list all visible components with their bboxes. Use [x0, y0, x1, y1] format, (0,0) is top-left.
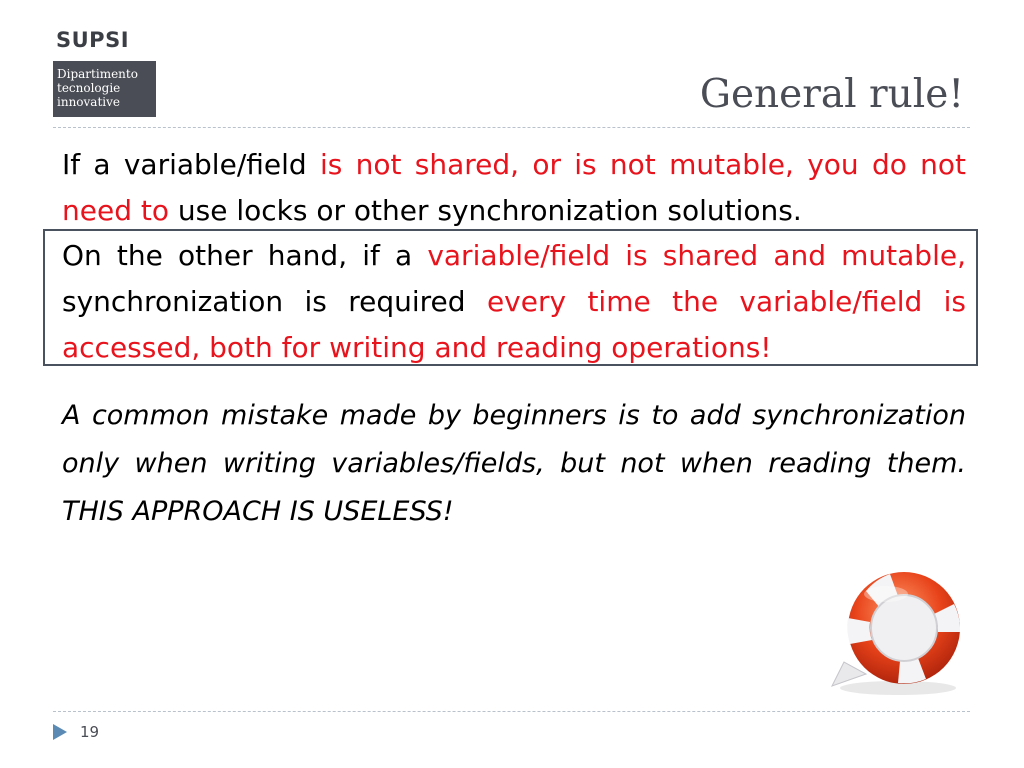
- paragraph1-text: If a variable/field: [62, 148, 320, 181]
- lifebuoy-icon: [830, 572, 961, 695]
- triangle-right-icon: [53, 724, 67, 740]
- paragraph1-text-end: use locks or other synchronization solut…: [168, 194, 802, 227]
- footer-divider: [53, 711, 970, 712]
- paragraph2-text-mid: synchronization is required: [62, 285, 487, 318]
- paragraph-not-shared: If a variable/field is not shared, or is…: [62, 142, 966, 234]
- department-logo: Dipartimento tecnologie innovative: [53, 61, 156, 117]
- paragraph-shared-mutable: On the other hand, if a variable/field i…: [62, 233, 966, 371]
- supsi-logo-text: SUPSI: [56, 28, 130, 52]
- paragraph2-text: On the other hand, if a: [62, 239, 428, 272]
- department-line-2: tecnologie: [57, 81, 121, 95]
- slide-title: General rule!: [699, 72, 964, 117]
- department-line-3: innovative: [57, 95, 120, 109]
- paragraph2-highlight: variable/field is shared and mutable,: [427, 239, 966, 272]
- department-line-1: Dipartimento: [57, 67, 138, 81]
- paragraph-common-mistake: A common mistake made by beginners is to…: [62, 400, 966, 527]
- header-divider: [53, 127, 970, 128]
- page-number: 19: [80, 723, 100, 741]
